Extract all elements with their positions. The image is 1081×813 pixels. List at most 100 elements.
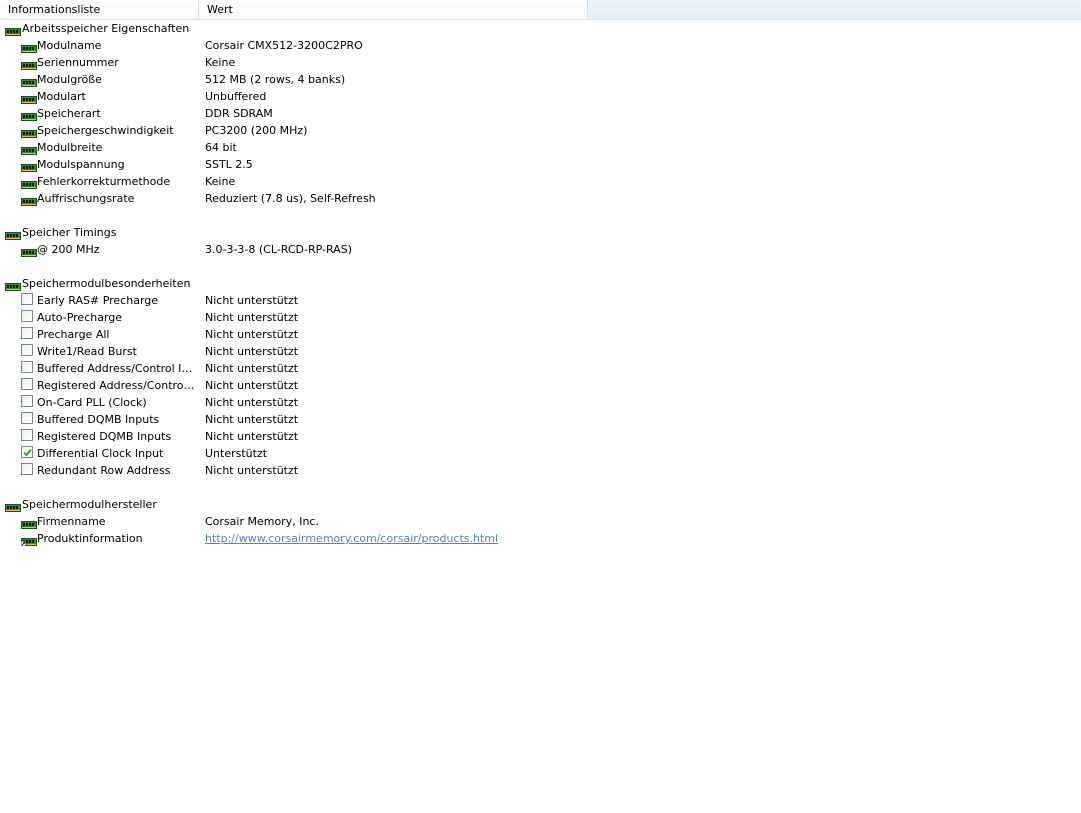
feature-item[interactable]: Buffered DQMB Inputs Nicht unterstützt xyxy=(0,411,1081,428)
item-label: Speichergeschwindigkeit xyxy=(37,124,174,137)
item-value: 512 MB (2 rows, 4 banks) xyxy=(205,73,346,86)
feature-value: Nicht unterstützt xyxy=(205,328,299,341)
item-label: Produktinformation xyxy=(37,532,143,545)
feature-item[interactable]: Redundant Row Address Nicht unterstützt xyxy=(0,462,1081,479)
feature-label: Write1/Read Burst xyxy=(37,345,137,358)
feature-item[interactable]: Write1/Read Burst Nicht unterstützt xyxy=(0,343,1081,360)
feature-value: Nicht unterstützt xyxy=(205,464,299,477)
item-label: Modulbreite xyxy=(37,141,103,154)
item-value: Reduziert (7.8 us), Self-Refresh xyxy=(205,192,376,205)
unchecked-checkbox-icon xyxy=(21,361,33,373)
list-item[interactable]: Seriennummer Keine xyxy=(0,54,1081,71)
memory-module-icon xyxy=(20,534,37,547)
item-value: 3.0-3-3-8 (CL-RCD-RP-RAS) xyxy=(205,243,352,256)
memory-module-icon xyxy=(21,177,37,189)
list-item[interactable]: Modulname Corsair CMX512-3200C2PRO xyxy=(0,37,1081,54)
column-header-informationsliste[interactable]: Informationsliste xyxy=(0,0,199,19)
list-header: Informationsliste Wert xyxy=(0,0,1081,20)
feature-value: Nicht unterstützt xyxy=(205,430,299,443)
group-speicher-timings[interactable]: Speicher Timings xyxy=(0,224,1081,241)
feature-label: Auto-Precharge xyxy=(37,311,123,324)
feature-value: Nicht unterstützt xyxy=(205,396,299,409)
list-item[interactable]: Speicherart DDR SDRAM xyxy=(0,105,1081,122)
unchecked-checkbox-icon xyxy=(21,412,33,424)
item-label: @ 200 MHz xyxy=(37,243,100,256)
unchecked-checkbox-icon xyxy=(21,378,33,390)
feature-value: Unterstützt xyxy=(205,447,268,460)
list-item[interactable]: Firmenname Corsair Memory, Inc. xyxy=(0,513,1081,530)
feature-item[interactable]: On-Card PLL (Clock) Nicht unterstützt xyxy=(0,394,1081,411)
item-label: Modulgröße xyxy=(37,73,102,86)
group-title: Speichermodulbesonderheiten xyxy=(22,277,191,290)
memory-module-icon xyxy=(5,228,21,240)
column-header-wert[interactable]: Wert xyxy=(199,0,588,19)
item-label: Modulname xyxy=(37,39,102,52)
group-speichermodulhersteller[interactable]: Speichermodulhersteller xyxy=(0,496,1081,513)
memory-module-icon xyxy=(5,24,21,36)
group-title: Speichermodulhersteller xyxy=(22,498,157,511)
feature-item[interactable]: Registered DQMB Inputs Nicht unterstützt xyxy=(0,428,1081,445)
item-label: Modulspannung xyxy=(37,158,125,171)
feature-item[interactable]: Buffered Address/Control Inputs Nicht unt… xyxy=(0,360,1081,377)
group-arbeitsspeicher-eigenschaften[interactable]: Arbeitsspeicher Eigenschaften xyxy=(0,20,1081,37)
list-item[interactable]: Speichergeschwindigkeit PC3200 (200 MHz) xyxy=(0,122,1081,139)
list-item[interactable]: Modulspannung SSTL 2.5 xyxy=(0,156,1081,173)
memory-module-icon xyxy=(21,75,37,87)
item-value: DDR SDRAM xyxy=(205,107,273,120)
unchecked-checkbox-icon xyxy=(21,429,33,441)
group-title: Speicher Timings xyxy=(22,226,117,239)
list-item[interactable]: Modulart Unbuffered xyxy=(0,88,1081,105)
spacer-row xyxy=(0,207,1081,224)
memory-module-icon xyxy=(21,517,37,529)
feature-item[interactable]: Registered Address/Control In... Nicht un… xyxy=(0,377,1081,394)
feature-item[interactable]: Differential Clock Input Unterstützt xyxy=(0,445,1081,462)
item-label: Firmenname xyxy=(37,515,106,528)
item-value: Corsair Memory, Inc. xyxy=(205,515,319,528)
feature-label: Early RAS# Precharge xyxy=(37,294,159,307)
checked-checkbox-icon xyxy=(21,446,33,458)
item-value: Keine xyxy=(205,175,236,188)
memory-module-icon xyxy=(21,126,37,138)
information-list: Arbeitsspeicher Eigenschaften Modulname Co… xyxy=(0,20,1081,547)
item-label: Speicherart xyxy=(37,107,101,120)
list-item[interactable]: @ 200 MHz 3.0-3-3-8 (CL-RCD-RP-RAS) xyxy=(0,241,1081,258)
item-value: Keine xyxy=(205,56,236,69)
group-title: Arbeitsspeicher Eigenschaften xyxy=(22,22,190,35)
memory-module-icon xyxy=(21,92,37,104)
memory-module-icon xyxy=(21,160,37,172)
item-label: Auffrischungsrate xyxy=(37,192,135,205)
item-label: Seriennummer xyxy=(37,56,119,69)
memory-module-icon xyxy=(21,41,37,53)
feature-value: Nicht unterstützt xyxy=(205,362,299,375)
unchecked-checkbox-icon xyxy=(21,327,33,339)
item-value: PC3200 (200 MHz) xyxy=(205,124,308,137)
feature-item[interactable]: Auto-Precharge Nicht unterstützt xyxy=(0,309,1081,326)
feature-value: Nicht unterstützt xyxy=(205,379,299,392)
list-item[interactable]: Produktinformation http://www.corsairmemo… xyxy=(0,530,1081,547)
feature-item[interactable]: Precharge All Nicht unterstützt xyxy=(0,326,1081,343)
item-value: Corsair CMX512-3200C2PRO xyxy=(205,39,363,52)
spacer-row xyxy=(0,258,1081,275)
memory-module-icon xyxy=(5,279,21,291)
item-value: Unbuffered xyxy=(205,90,267,103)
feature-value: Nicht unterstützt xyxy=(205,294,299,307)
memory-module-icon xyxy=(21,143,37,155)
item-label: Modulart xyxy=(37,90,86,103)
memory-module-icon xyxy=(21,245,37,257)
feature-label: Registered Address/Control In... xyxy=(37,379,197,392)
list-item[interactable]: Modulgröße 512 MB (2 rows, 4 banks) xyxy=(0,71,1081,88)
list-item[interactable]: Modulbreite 64 bit xyxy=(0,139,1081,156)
item-label: Fehlerkorrekturmethode xyxy=(37,175,171,188)
unchecked-checkbox-icon xyxy=(21,310,33,322)
memory-module-icon xyxy=(21,194,37,206)
memory-module-icon xyxy=(5,500,21,512)
list-item[interactable]: Fehlerkorrekturmethode Keine xyxy=(0,173,1081,190)
product-info-link[interactable]: http://www.corsairmemory.com/corsair/pro… xyxy=(205,530,498,547)
group-speichermodulbesonderheiten[interactable]: Speichermodulbesonderheiten xyxy=(0,275,1081,292)
feature-item[interactable]: Early RAS# Precharge Nicht unterstützt xyxy=(0,292,1081,309)
feature-label: Buffered Address/Control Inputs xyxy=(37,362,197,375)
feature-label: On-Card PLL (Clock) xyxy=(37,396,147,409)
list-item[interactable]: Auffrischungsrate Reduziert (7.8 us), Sel… xyxy=(0,190,1081,207)
feature-label: Differential Clock Input xyxy=(37,447,164,460)
unchecked-checkbox-icon xyxy=(21,344,33,356)
